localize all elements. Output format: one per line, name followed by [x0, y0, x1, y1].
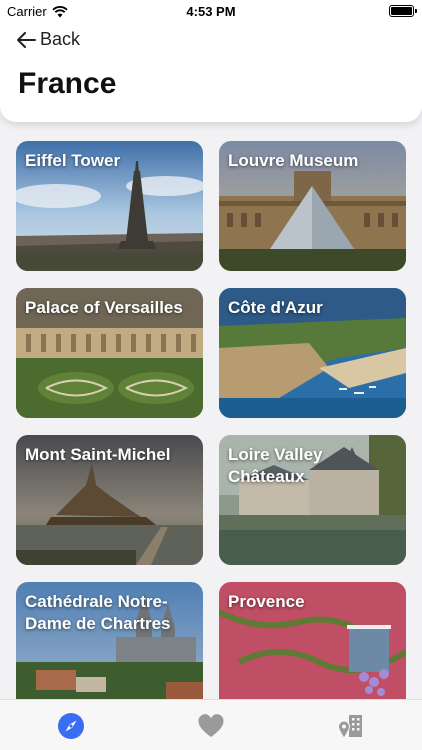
place-name: Palace of Versailles — [25, 298, 183, 317]
status-bar: Carrier 4:53 PM — [0, 0, 422, 22]
place-name: Cathédrale Notre-Dame de Chartres — [25, 592, 171, 633]
battery-icon — [389, 5, 417, 17]
place-card-eiffel-tower[interactable]: Eiffel Tower — [16, 141, 203, 271]
back-label: Back — [40, 29, 81, 49]
compass-icon — [58, 713, 84, 739]
places-grid: Eiffel Tower Louvre Museum Palace of Ver… — [16, 141, 406, 712]
place-card-cote-dazur[interactable]: Côte d'Azur — [219, 288, 406, 418]
page-title: France — [18, 67, 117, 100]
place-name: Mont Saint-Michel — [25, 445, 171, 464]
status-time: 4:53 PM — [186, 4, 236, 19]
place-name: Provence — [228, 592, 305, 611]
place-card-mont-saint-michel[interactable]: Mont Saint-Michel — [16, 435, 203, 565]
back-button[interactable]: Back — [16, 29, 80, 50]
tab-explore[interactable] — [57, 712, 85, 740]
place-card-cathedrale-notre-dame-de-chartres[interactable]: Cathédrale Notre-Dame de Chartres — [16, 582, 203, 712]
heart-icon — [198, 714, 224, 737]
place-card-provence[interactable]: Provence — [219, 582, 406, 712]
place-name: Loire Valley Châteaux — [228, 445, 323, 486]
place-card-palace-of-versailles[interactable]: Palace of Versailles — [16, 288, 203, 418]
map-pin-building-icon — [337, 715, 362, 739]
place-card-loire-valley-chateaux[interactable]: Loire Valley Châteaux — [219, 435, 406, 565]
place-name: Eiffel Tower — [25, 151, 121, 170]
place-name: Louvre Museum — [228, 151, 359, 170]
tab-favorites[interactable] — [197, 712, 225, 740]
arrow-left-icon — [17, 31, 36, 48]
place-name: Côte d'Azur — [228, 298, 323, 317]
tab-places[interactable] — [337, 712, 365, 740]
tab-bar — [0, 699, 422, 750]
place-card-louvre-museum[interactable]: Louvre Museum — [219, 141, 406, 271]
